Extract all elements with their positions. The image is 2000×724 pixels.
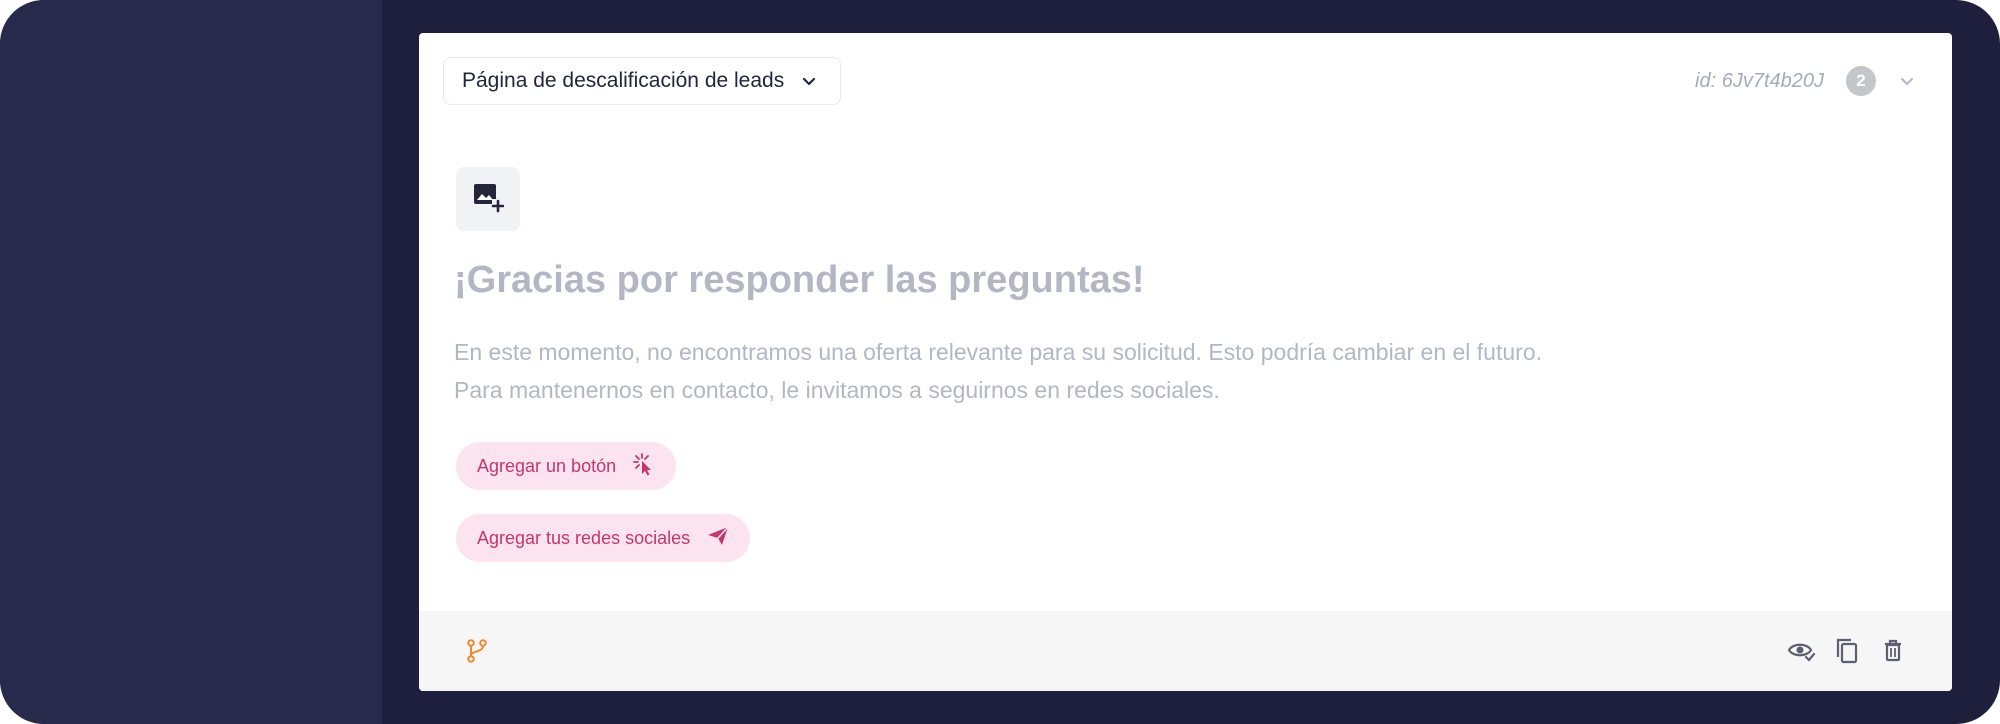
- cursor-click-icon: [632, 452, 656, 481]
- chevron-down-icon: [800, 72, 818, 90]
- page-description[interactable]: En este momento, no encontramos una ofer…: [454, 333, 1574, 409]
- block-id: id: 6Jv7t4b20J: [1695, 69, 1824, 92]
- trash-icon: [1885, 639, 1901, 662]
- collapse-chevron-icon[interactable]: [1898, 72, 1916, 90]
- page-title[interactable]: ¡Gracias por responder las preguntas!: [454, 259, 1145, 302]
- left-panel: [0, 0, 382, 724]
- page-type-dropdown[interactable]: Página de descalificación de leads: [443, 57, 842, 105]
- eye-icon: [1787, 643, 1815, 662]
- add-image-button[interactable]: [456, 167, 520, 231]
- footer-actions: [1786, 636, 1908, 666]
- add-social-button[interactable]: Agregar tus redes sociales: [456, 514, 751, 562]
- add-button-button[interactable]: Agregar un botón: [456, 442, 677, 490]
- block-card: Página de descalificación de leads id: 6…: [419, 33, 1952, 691]
- block-meta: id: 6Jv7t4b20J 2: [1695, 66, 1916, 96]
- page-type-label: Página de descalificación de leads: [462, 69, 785, 92]
- add-button-label: Agregar un botón: [477, 455, 617, 476]
- count-badge: 2: [1846, 66, 1876, 96]
- block-footer: [419, 611, 1952, 691]
- image-add-icon: [472, 181, 505, 218]
- copy-icon: [1836, 638, 1858, 664]
- editor-frame: Página de descalificación de leads id: 6…: [0, 0, 2000, 724]
- preview-button[interactable]: [1786, 636, 1816, 666]
- branch-icon[interactable]: [464, 638, 490, 664]
- add-social-label: Agregar tus redes sociales: [477, 527, 691, 548]
- duplicate-button[interactable]: [1832, 636, 1862, 666]
- send-icon: [706, 524, 730, 553]
- delete-button[interactable]: [1878, 636, 1908, 666]
